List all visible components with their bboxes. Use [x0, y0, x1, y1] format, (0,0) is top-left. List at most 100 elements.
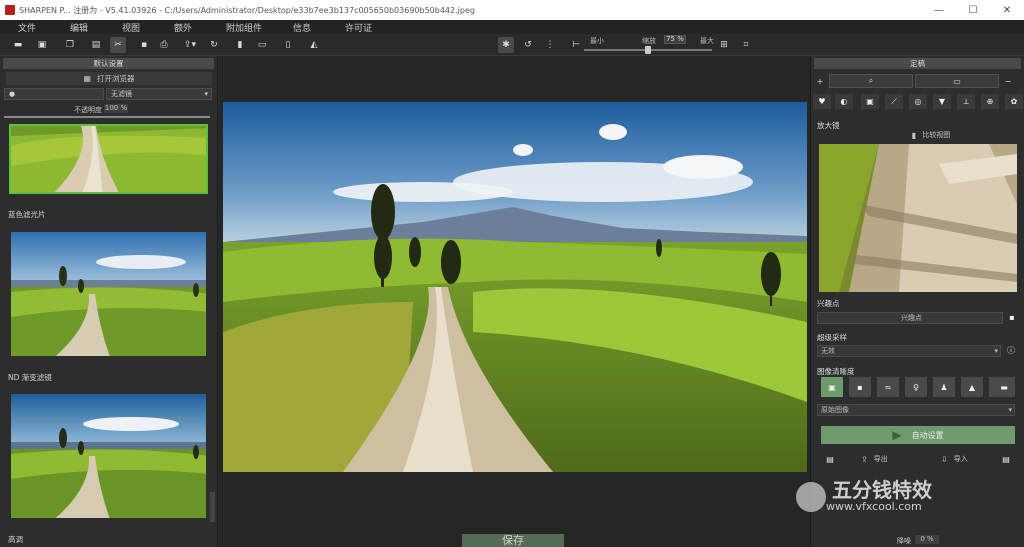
brush-icon[interactable]: ⟋ [885, 94, 903, 109]
menu-file[interactable]: 文件 [18, 21, 36, 34]
supersample-section-title: 超级采样 [817, 333, 847, 342]
menu-license[interactable]: 许可证 [345, 21, 372, 34]
contrast-icon[interactable]: ◐ [835, 94, 853, 109]
menu-bar: 文件 编辑 视图 额外 附加组件 信息 许可证 [0, 20, 1024, 34]
print-icon[interactable]: ⎙ [156, 37, 172, 53]
histogram-icon[interactable]: ◭ [306, 37, 322, 53]
info-icon[interactable]: ⓘ [1005, 344, 1017, 356]
menu-view[interactable]: 视图 [122, 21, 140, 34]
add-icon[interactable]: + [813, 74, 827, 88]
split-icon[interactable]: ⋮ [542, 37, 558, 53]
tools-icon[interactable]: ✂ [110, 37, 126, 53]
zoom-tool-icon[interactable]: ⊕ [981, 94, 999, 109]
rotate-icon[interactable]: ↻ [206, 37, 222, 53]
batch-icon[interactable]: ▤ [88, 37, 104, 53]
compare-icon: ▮ [911, 130, 917, 140]
zoom-max-label: 最大 [700, 37, 714, 45]
refresh-icon[interactable]: ↺ [520, 37, 536, 53]
sharpen-mode-landscape-icon[interactable]: ▲ [961, 377, 983, 397]
sharpen-mode-motion-icon[interactable]: ≈ [877, 377, 899, 397]
save-icon[interactable]: ▪ [136, 37, 152, 53]
maximize-button[interactable]: ☐ [956, 0, 990, 20]
preset-label-2: ND 渐变滤镜 [8, 373, 52, 382]
fullscreen-icon[interactable]: ▭ [254, 37, 270, 53]
save-settings-icon[interactable]: ▤ [997, 452, 1015, 467]
export-icon[interactable]: ⇪▾ [182, 37, 198, 53]
heart-icon[interactable]: ♥ [813, 94, 831, 109]
copy-icon[interactable]: ❐ [62, 37, 78, 53]
remove-icon[interactable]: − [1001, 74, 1015, 88]
watermark-logo-icon [796, 481, 826, 512]
new-file-icon[interactable]: ▬ [10, 37, 26, 53]
settings-icon[interactable]: ✿ [1005, 94, 1023, 109]
opacity-slider[interactable] [4, 116, 210, 118]
landscape-thumbnail-image [11, 394, 206, 518]
noise-value-input[interactable]: 0 % [915, 535, 939, 544]
magnifier-title: 放大镜 [817, 121, 840, 130]
sharpen-mode-lens-icon[interactable]: ▪ [849, 377, 871, 397]
auto-icon: ▶ [892, 428, 902, 442]
open-browser-button[interactable]: ▦ 打开浏览器 [6, 72, 212, 85]
opacity-label: 不透明度 [74, 106, 102, 114]
sharpen-mode-standard-icon[interactable]: ▣ [821, 377, 843, 397]
sharpen-mode-strip-icon[interactable]: ▬ [993, 377, 1015, 397]
fit-icon[interactable]: ⊢ [568, 37, 584, 53]
menu-info[interactable]: 信息 [293, 21, 311, 34]
minimize-button[interactable]: — [922, 0, 956, 20]
compare-view-label: 比较视图 [922, 131, 951, 139]
tuscany-landscape-image [223, 102, 807, 472]
bookmark-icon[interactable]: ▮ [232, 37, 248, 53]
preset-thumbnail-3[interactable] [9, 392, 208, 520]
source-select[interactable]: 原始图像 ▾ [817, 404, 1015, 416]
zoom-slider-handle[interactable] [645, 46, 651, 54]
preset-label-1: 蓝色滤光片 [8, 210, 46, 219]
zoom-slider[interactable] [584, 46, 712, 54]
presets-scrollbar[interactable] [210, 492, 215, 522]
toolbar: ▬ ▣ ❐ ▤ ✂ ▪ ⎙ ⇪▾ ↻ ▮ ▭ ▯ ◭ ✱ ↺ ⋮ ⊢ 最小 缩放… [0, 34, 1024, 56]
crop-icon[interactable]: ⌗ [738, 37, 754, 53]
finalize-header: 定稿 [814, 58, 1021, 69]
export-icon: ⇪ [861, 454, 868, 464]
preset-thumbnail-2[interactable] [9, 230, 208, 358]
save-button[interactable]: 保存 [462, 534, 564, 547]
crop-tool-icon[interactable]: ⟂ [957, 94, 975, 109]
filter-select[interactable]: 无滤镜 ▾ [106, 88, 212, 100]
sharpen-mode-portrait-icon[interactable]: ♀ [905, 377, 927, 397]
menu-addons[interactable]: 附加组件 [226, 21, 262, 34]
preset-label-3: 高调 [8, 535, 23, 544]
menu-extra[interactable]: 额外 [174, 21, 192, 34]
chevron-down-icon: ▾ [1008, 406, 1012, 414]
import-button[interactable]: ⇩ 导入 [941, 454, 968, 464]
finalize-panel: 定稿 + ⌕ ▭ − ♥ ◐ ▣ ⟋ ◎ ▼ ⟂ ⊕ ✿ 放大镜 ▮ 比较视图 … [810, 56, 1024, 547]
compare-view-button[interactable]: ▮ 比较视图 [891, 130, 971, 140]
filter-category-select[interactable]: ● [4, 88, 104, 100]
load-icon[interactable]: ▤ [821, 452, 839, 467]
image-icon[interactable]: ▣ [861, 94, 879, 109]
magnifier-view[interactable] [819, 144, 1017, 292]
main-photo[interactable] [223, 102, 807, 472]
preset-thumbnail-1[interactable] [9, 124, 208, 194]
noise-label: 降噪 [897, 537, 911, 545]
view-icon[interactable]: ▭ [915, 74, 999, 88]
filter-value: 无滤镜 [111, 90, 132, 98]
close-button[interactable]: ✕ [990, 0, 1024, 20]
rgb-icon[interactable]: ▼ [933, 94, 951, 109]
sharpen-mode-person-icon[interactable]: ♟ [933, 377, 955, 397]
opacity-input[interactable]: 100 % [104, 104, 128, 113]
search-icon[interactable]: ⌕ [829, 74, 913, 88]
auto-settings-button[interactable]: ▶ 自动设置 [821, 426, 1015, 444]
menu-edit[interactable]: 编辑 [70, 21, 88, 34]
color-wheel-icon[interactable]: ◎ [909, 94, 927, 109]
zoom-label: 缩放 [642, 37, 656, 45]
zoom-value-input[interactable]: 75 % [664, 35, 686, 44]
supersample-select[interactable]: 无效 ▾ [817, 345, 1001, 357]
auto-fix-icon[interactable]: ✱ [498, 37, 514, 53]
export-button[interactable]: ⇪ 导出 [861, 454, 888, 464]
open-browser-label: 打开浏览器 [97, 74, 135, 83]
open-file-icon[interactable]: ▣ [34, 37, 50, 53]
poi-button[interactable]: 兴趣点 [817, 312, 1003, 324]
info-panel-icon[interactable]: ▯ [280, 37, 296, 53]
poi-settings-icon[interactable]: ▪ [1007, 311, 1017, 323]
zoom-in-icon[interactable]: ⊞ [716, 37, 732, 53]
export-label: 导出 [873, 455, 888, 463]
